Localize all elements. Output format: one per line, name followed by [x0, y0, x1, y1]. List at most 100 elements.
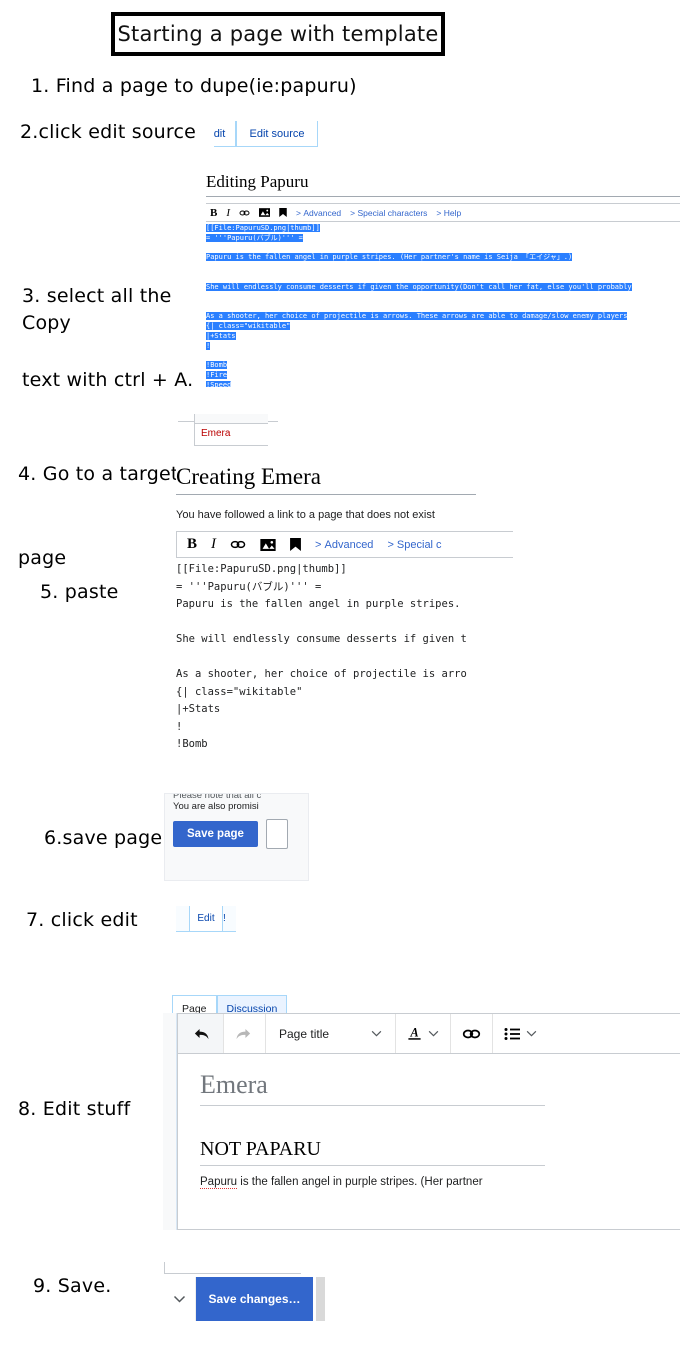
preview-button-clipped[interactable] — [265, 819, 288, 849]
create-source-line: {| class="wikitable" — [176, 685, 303, 698]
save-options-dropdown[interactable] — [164, 1277, 196, 1321]
tab-edit-clipped[interactable]: dit — [214, 121, 236, 146]
save-row: Save page — [173, 819, 300, 849]
source-line — [206, 273, 680, 283]
reference-icon[interactable] — [290, 538, 301, 551]
ve-title-divider — [200, 1105, 545, 1106]
create-source-line: As a shooter, her choice of projectile i… — [176, 668, 467, 680]
source-editor-textarea[interactable]: [[File:PapuruSD.png|thumb]] = '''Papuru(バ… — [206, 224, 680, 387]
undo-icon — [191, 1026, 210, 1041]
ve-toolbar: Page title A — [178, 1014, 680, 1054]
tab-edit-source[interactable]: Edit source — [236, 121, 318, 146]
create-source-line — [176, 649, 680, 667]
step-5-label: 5. paste — [40, 581, 119, 603]
step-6-label: 6.save page — [44, 827, 163, 849]
ve-paragraph-rest: is the fallen angel in purple stripes. (… — [237, 1176, 483, 1188]
redo-button[interactable] — [224, 1014, 266, 1053]
source-line — [206, 302, 680, 312]
step-4-label-group: 4. Go to a target page — [18, 404, 179, 600]
create-source-line: [[File:PapuruSD.png|thumb]] — [176, 563, 347, 575]
source-line: As a shooter, her choice of projectile i… — [206, 312, 628, 321]
step-2-label: 2.click edit source — [20, 121, 197, 143]
create-source-line: ! — [176, 720, 183, 733]
create-source-line: |+Stats — [176, 703, 221, 715]
step-1-label: 1. Find a page to dupe(ie:papuru) — [31, 75, 357, 97]
scrollbar[interactable] — [316, 1277, 325, 1321]
tab-edit-label: Edit — [197, 913, 215, 924]
ve-document-body[interactable]: Emera NOT PAPARU Papuru is the fallen an… — [178, 1054, 680, 1189]
ve-main-panel: Page title A Emera NOT PAPARU Papuru is … — [177, 1013, 680, 1230]
step-7-label: 7. click edit — [26, 909, 138, 931]
advanced-menu[interactable]: > Advanced — [296, 208, 341, 218]
ve-section-divider — [200, 1165, 545, 1166]
source-line — [206, 351, 680, 361]
source-line: = '''Papuru(バブル)''' = — [206, 233, 303, 242]
text-style-A-icon: A — [407, 1025, 422, 1042]
step-3-copy-label: Copy — [22, 312, 71, 334]
license-note-clipped: Please note that all c — [173, 793, 262, 799]
create-editor-toolbar: B I > Advanced > Special c — [176, 531, 513, 558]
save-changes-button[interactable]: Save changes… — [196, 1277, 313, 1321]
save-changes-fragment: Save changes… — [164, 1262, 325, 1324]
image-icon[interactable] — [259, 208, 271, 217]
paragraph-format-dropdown[interactable]: Page title — [266, 1014, 397, 1053]
tab-discussion[interactable]: Discussion — [216, 995, 288, 1013]
text-style-dropdown[interactable]: A — [396, 1014, 452, 1053]
create-page-screenshot: Creating Emera You have followed a link … — [176, 462, 680, 767]
redlink-notice: You have followed a link to a page that … — [176, 509, 435, 521]
ve-wrapper: Page title A Emera NOT PAPARU Papuru is … — [163, 1013, 680, 1230]
bold-button[interactable]: B — [210, 207, 217, 219]
tab-edit[interactable]: Edit — [189, 906, 223, 931]
tab-top-strip — [195, 414, 268, 424]
undo-button[interactable] — [178, 1014, 224, 1053]
special-characters-menu[interactable]: > Special characters — [350, 208, 427, 218]
insert-link-button[interactable] — [451, 1014, 494, 1053]
ve-paragraph-spellerror: Papuru — [200, 1176, 238, 1189]
ve-paragraph[interactable]: Papuru is the fallen angel in purple str… — [200, 1176, 660, 1189]
tab-edit-clipped-label: dit — [214, 127, 226, 140]
source-editor-toolbar: B I > Advanced > Special characters > He… — [206, 203, 680, 222]
tab-read-clipped[interactable]: d — [176, 906, 189, 931]
step-4-label-line2: page — [18, 547, 67, 569]
italic-button[interactable]: I — [226, 207, 230, 219]
image-icon[interactable] — [260, 538, 276, 551]
create-editor-textarea[interactable]: [[File:PapuruSD.png|thumb]] = '''Papuru(バ… — [176, 558, 680, 754]
license-note: You are also promisi — [173, 801, 259, 812]
advanced-menu[interactable]: > Advanced — [315, 539, 373, 551]
special-characters-menu[interactable]: > Special c — [387, 539, 441, 551]
toolbar-edge — [164, 1262, 301, 1274]
link-icon[interactable] — [230, 539, 246, 550]
source-line: |+Stats — [206, 331, 236, 340]
source-line: {| class="wikitable" — [206, 321, 291, 330]
save-page-panel: Please note that all c You are also prom… — [164, 793, 309, 881]
tab-page[interactable]: Page — [172, 995, 217, 1013]
target-page-tab-fragment[interactable]: Emera — [194, 414, 268, 446]
link-icon[interactable] — [239, 209, 250, 217]
save-page-button[interactable]: Save page — [173, 821, 258, 847]
tab-edit-source-label: Edit source — [249, 127, 305, 140]
bullet-list-icon — [504, 1027, 521, 1041]
list-dropdown[interactable] — [493, 1014, 548, 1053]
create-source-line — [176, 614, 680, 632]
help-menu[interactable]: > Help — [436, 208, 461, 218]
ve-section-heading[interactable]: NOT PAPARU — [200, 1138, 660, 1161]
chevron-down-icon — [371, 1030, 382, 1037]
tab-page-label: Page — [182, 1003, 207, 1013]
source-line: ! — [206, 341, 211, 350]
italic-button[interactable]: I — [211, 536, 216, 553]
tab-next-clipped[interactable]: ! — [223, 906, 234, 931]
target-page-redlink[interactable]: Emera — [195, 424, 268, 439]
page-title-box: Starting a page with template — [111, 12, 445, 56]
bold-button[interactable]: B — [187, 536, 197, 553]
source-line: !Speed — [206, 380, 232, 387]
ve-left-gutter — [163, 1013, 177, 1230]
reference-icon[interactable] — [279, 208, 287, 217]
ve-page-title[interactable]: Emera — [200, 1070, 660, 1100]
create-source-line: = '''Papuru(バブル)''' = — [176, 580, 322, 593]
source-line — [206, 263, 680, 273]
source-line: [[File:PapuruSD.png|thumb]] — [206, 224, 320, 232]
heading-divider — [206, 196, 680, 197]
step-3-label-line2: text with ctrl + A. — [22, 369, 194, 391]
paragraph-format-selected: Page title — [277, 1027, 384, 1041]
step-9-label: 9. Save. — [33, 1275, 112, 1297]
